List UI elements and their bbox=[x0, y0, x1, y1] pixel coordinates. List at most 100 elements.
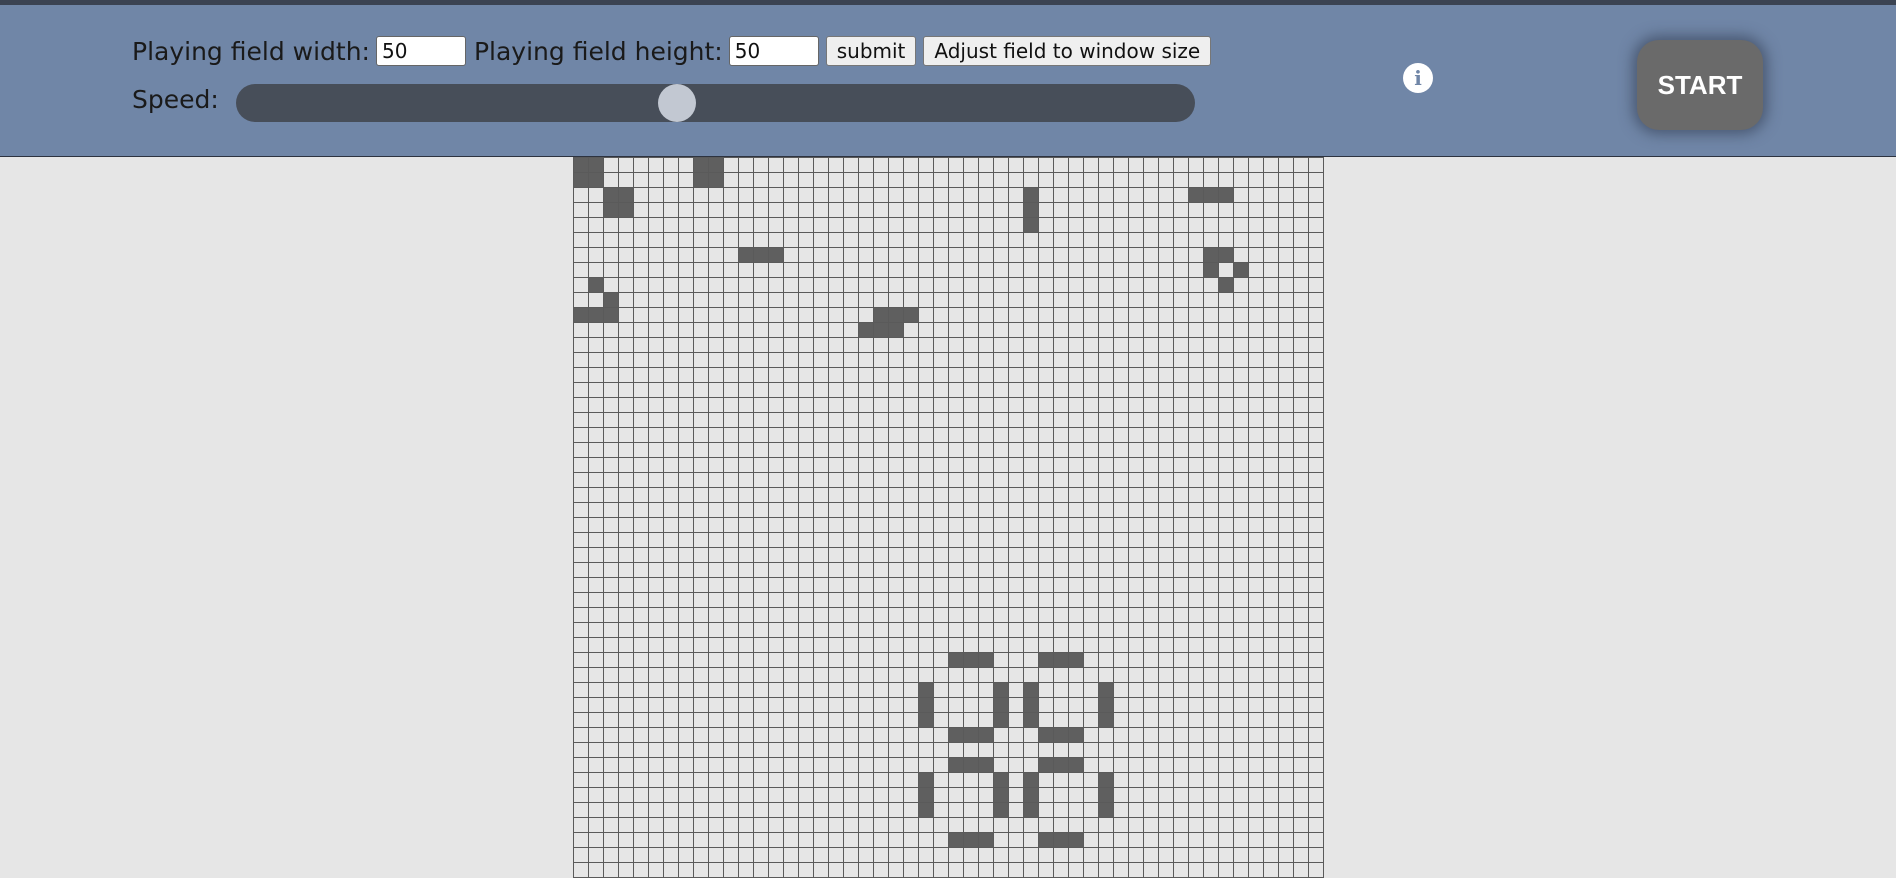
live-cell[interactable] bbox=[1098, 697, 1113, 712]
live-cell[interactable] bbox=[1023, 217, 1038, 232]
live-cell[interactable] bbox=[1038, 757, 1053, 772]
playing-field[interactable] bbox=[573, 157, 1324, 878]
live-cell[interactable] bbox=[588, 172, 603, 187]
live-cell[interactable] bbox=[618, 202, 633, 217]
live-cell[interactable] bbox=[948, 727, 963, 742]
live-cell[interactable] bbox=[1023, 712, 1038, 727]
live-cell[interactable] bbox=[993, 697, 1008, 712]
live-cell[interactable] bbox=[1053, 832, 1068, 847]
live-cell[interactable] bbox=[1098, 787, 1113, 802]
live-cell[interactable] bbox=[963, 727, 978, 742]
speed-label: Speed: bbox=[132, 85, 219, 114]
live-cell[interactable] bbox=[768, 247, 783, 262]
live-cell[interactable] bbox=[1098, 772, 1113, 787]
live-cell[interactable] bbox=[1218, 277, 1233, 292]
submit-button[interactable]: submit bbox=[825, 36, 917, 66]
live-cell[interactable] bbox=[963, 757, 978, 772]
live-cell[interactable] bbox=[918, 682, 933, 697]
live-cell[interactable] bbox=[948, 757, 963, 772]
info-icon[interactable]: i bbox=[1403, 63, 1433, 93]
live-cell[interactable] bbox=[993, 787, 1008, 802]
live-cell[interactable] bbox=[948, 652, 963, 667]
live-cell[interactable] bbox=[978, 652, 993, 667]
live-cell[interactable] bbox=[1023, 202, 1038, 217]
live-cell[interactable] bbox=[873, 322, 888, 337]
live-cell[interactable] bbox=[708, 172, 723, 187]
live-cell[interactable] bbox=[993, 802, 1008, 817]
live-cell[interactable] bbox=[918, 802, 933, 817]
live-cell[interactable] bbox=[1068, 652, 1083, 667]
live-cell[interactable] bbox=[603, 187, 618, 202]
live-cell[interactable] bbox=[918, 712, 933, 727]
live-cell[interactable] bbox=[993, 772, 1008, 787]
live-cell[interactable] bbox=[918, 787, 933, 802]
live-cell[interactable] bbox=[1053, 727, 1068, 742]
live-cell[interactable] bbox=[1038, 652, 1053, 667]
live-cell[interactable] bbox=[1068, 832, 1083, 847]
live-cell[interactable] bbox=[873, 307, 888, 322]
live-cell[interactable] bbox=[1038, 727, 1053, 742]
live-cell[interactable] bbox=[573, 172, 588, 187]
live-cell[interactable] bbox=[1023, 682, 1038, 697]
live-cell[interactable] bbox=[963, 832, 978, 847]
live-cell[interactable] bbox=[588, 307, 603, 322]
width-label: Playing field width: bbox=[132, 36, 370, 66]
live-cell[interactable] bbox=[1053, 652, 1068, 667]
live-cell[interactable] bbox=[738, 247, 753, 262]
live-cell[interactable] bbox=[1023, 187, 1038, 202]
live-cell[interactable] bbox=[888, 307, 903, 322]
live-cell[interactable] bbox=[753, 247, 768, 262]
live-cell[interactable] bbox=[603, 202, 618, 217]
live-cell[interactable] bbox=[1203, 187, 1218, 202]
field-size-controls: Playing field width: 50 Playing field he… bbox=[132, 35, 1212, 67]
live-cell[interactable] bbox=[1023, 772, 1038, 787]
live-cell[interactable] bbox=[573, 157, 588, 172]
grid-lines bbox=[573, 157, 1324, 878]
live-cell[interactable] bbox=[918, 772, 933, 787]
live-cell[interactable] bbox=[903, 307, 918, 322]
live-cell[interactable] bbox=[978, 832, 993, 847]
speed-slider[interactable] bbox=[236, 84, 1195, 122]
live-cell[interactable] bbox=[888, 322, 903, 337]
live-cell[interactable] bbox=[1023, 802, 1038, 817]
live-cell[interactable] bbox=[978, 757, 993, 772]
live-cell[interactable] bbox=[858, 322, 873, 337]
live-cell[interactable] bbox=[603, 307, 618, 322]
live-cell[interactable] bbox=[1038, 832, 1053, 847]
live-cell[interactable] bbox=[1218, 247, 1233, 262]
width-input[interactable]: 50 bbox=[375, 36, 466, 66]
live-cell[interactable] bbox=[918, 697, 933, 712]
live-cell[interactable] bbox=[588, 277, 603, 292]
live-cell[interactable] bbox=[1188, 187, 1203, 202]
live-cell[interactable] bbox=[1053, 757, 1068, 772]
live-cell[interactable] bbox=[573, 307, 588, 322]
live-cell[interactable] bbox=[708, 157, 723, 172]
speed-slider-thumb[interactable] bbox=[658, 84, 697, 122]
control-header: Playing field width: 50 Playing field he… bbox=[0, 5, 1896, 157]
live-cell[interactable] bbox=[1068, 757, 1083, 772]
live-cell[interactable] bbox=[948, 832, 963, 847]
live-cell[interactable] bbox=[618, 187, 633, 202]
live-cell[interactable] bbox=[1218, 187, 1233, 202]
live-cell[interactable] bbox=[1203, 247, 1218, 262]
live-cell[interactable] bbox=[993, 682, 1008, 697]
live-cell[interactable] bbox=[1098, 802, 1113, 817]
live-cell[interactable] bbox=[693, 172, 708, 187]
height-input[interactable]: 50 bbox=[728, 36, 819, 66]
live-cell[interactable] bbox=[993, 712, 1008, 727]
start-button[interactable]: START bbox=[1637, 40, 1763, 130]
live-cell[interactable] bbox=[978, 727, 993, 742]
live-cell[interactable] bbox=[603, 292, 618, 307]
live-cell[interactable] bbox=[963, 652, 978, 667]
live-cell[interactable] bbox=[693, 157, 708, 172]
live-cell[interactable] bbox=[1023, 787, 1038, 802]
adjust-field-button[interactable]: Adjust field to window size bbox=[923, 36, 1212, 66]
height-label: Playing field height: bbox=[473, 36, 723, 66]
live-cell[interactable] bbox=[1098, 712, 1113, 727]
live-cell[interactable] bbox=[1098, 682, 1113, 697]
live-cell[interactable] bbox=[588, 157, 603, 172]
live-cell[interactable] bbox=[1023, 697, 1038, 712]
live-cell[interactable] bbox=[1233, 262, 1248, 277]
live-cell[interactable] bbox=[1203, 262, 1218, 277]
live-cell[interactable] bbox=[1068, 727, 1083, 742]
